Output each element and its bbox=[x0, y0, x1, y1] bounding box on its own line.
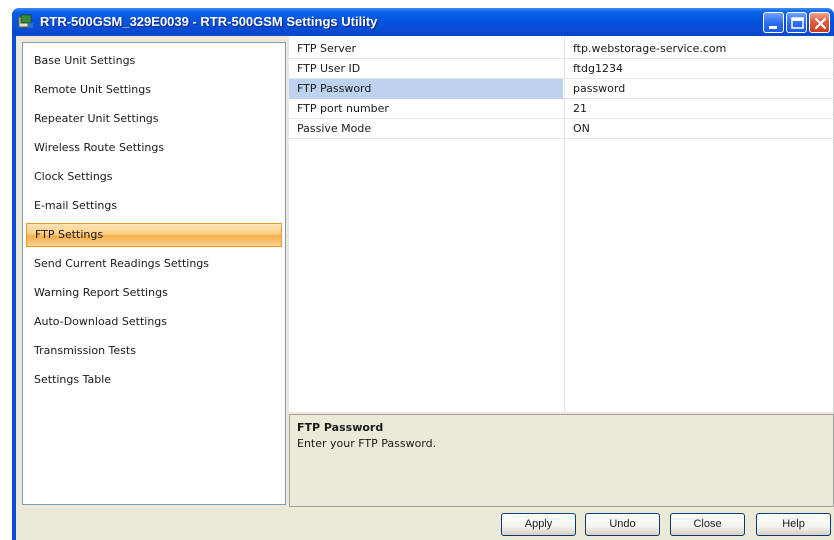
maximize-button[interactable] bbox=[786, 12, 807, 33]
nav-item-send-current-readings[interactable]: Send Current Readings Settings bbox=[26, 252, 282, 276]
nav-item-auto-download[interactable]: Auto-Download Settings bbox=[26, 310, 282, 334]
nav-item-clock[interactable]: Clock Settings bbox=[26, 165, 282, 189]
nav-item-email[interactable]: E-mail Settings bbox=[26, 194, 282, 218]
nav-item-warning-report[interactable]: Warning Report Settings bbox=[26, 281, 282, 305]
setting-value[interactable]: 21 bbox=[568, 99, 834, 119]
minimize-icon bbox=[769, 26, 777, 29]
settings-grid: FTP Server ftp.webstorage-service.com FT… bbox=[289, 36, 834, 412]
maximize-icon bbox=[791, 17, 804, 29]
setting-name: FTP Server bbox=[297, 42, 357, 55]
settings-nav-list: Base Unit Settings Remote Unit Settings … bbox=[22, 42, 286, 505]
setting-name: FTP port number bbox=[297, 102, 389, 115]
setting-value[interactable]: password bbox=[568, 79, 834, 99]
help-title: FTP Password bbox=[297, 421, 384, 434]
table-row[interactable]: FTP User ID ftdg1234 bbox=[289, 59, 834, 79]
nav-item-settings-table[interactable]: Settings Table bbox=[26, 368, 282, 392]
table-row[interactable]: FTP port number 21 bbox=[289, 99, 834, 119]
title-bar[interactable]: RTR-500GSM_329E0039 - RTR-500GSM Setting… bbox=[12, 8, 834, 36]
window-title: RTR-500GSM_329E0039 - RTR-500GSM Setting… bbox=[40, 14, 378, 29]
setting-value[interactable]: ftdg1234 bbox=[568, 59, 834, 79]
setting-value[interactable]: ON bbox=[568, 119, 834, 139]
help-panel: FTP Password Enter your FTP Password. bbox=[289, 414, 834, 507]
close-icon bbox=[814, 17, 827, 30]
nav-item-remote-unit[interactable]: Remote Unit Settings bbox=[26, 78, 282, 102]
table-row[interactable]: FTP Password password bbox=[289, 79, 834, 99]
minimize-button[interactable] bbox=[763, 12, 784, 33]
app-icon bbox=[18, 14, 33, 28]
nav-item-repeater-unit[interactable]: Repeater Unit Settings bbox=[26, 107, 282, 131]
app-window: RTR-500GSM_329E0039 - RTR-500GSM Setting… bbox=[12, 8, 834, 540]
close-window-button[interactable] bbox=[809, 12, 830, 33]
close-button[interactable]: Close bbox=[670, 513, 745, 536]
setting-name: FTP User ID bbox=[297, 62, 361, 75]
apply-button[interactable]: Apply bbox=[501, 513, 576, 536]
setting-name: Passive Mode bbox=[297, 122, 372, 135]
nav-item-base-unit[interactable]: Base Unit Settings bbox=[26, 49, 282, 73]
nav-item-ftp[interactable]: FTP Settings bbox=[26, 223, 282, 247]
table-row[interactable]: FTP Server ftp.webstorage-service.com bbox=[289, 39, 834, 59]
undo-button[interactable]: Undo bbox=[585, 513, 660, 536]
help-description: Enter your FTP Password. bbox=[297, 437, 437, 450]
setting-name: FTP Password bbox=[289, 79, 563, 99]
client-area: Base Unit Settings Remote Unit Settings … bbox=[16, 36, 834, 540]
setting-value[interactable]: ftp.webstorage-service.com bbox=[568, 39, 834, 59]
nav-item-transmission-tests[interactable]: Transmission Tests bbox=[26, 339, 282, 363]
nav-item-wireless-route[interactable]: Wireless Route Settings bbox=[26, 136, 282, 160]
table-row[interactable]: Passive Mode ON bbox=[289, 119, 834, 139]
help-button[interactable]: Help bbox=[756, 513, 831, 536]
